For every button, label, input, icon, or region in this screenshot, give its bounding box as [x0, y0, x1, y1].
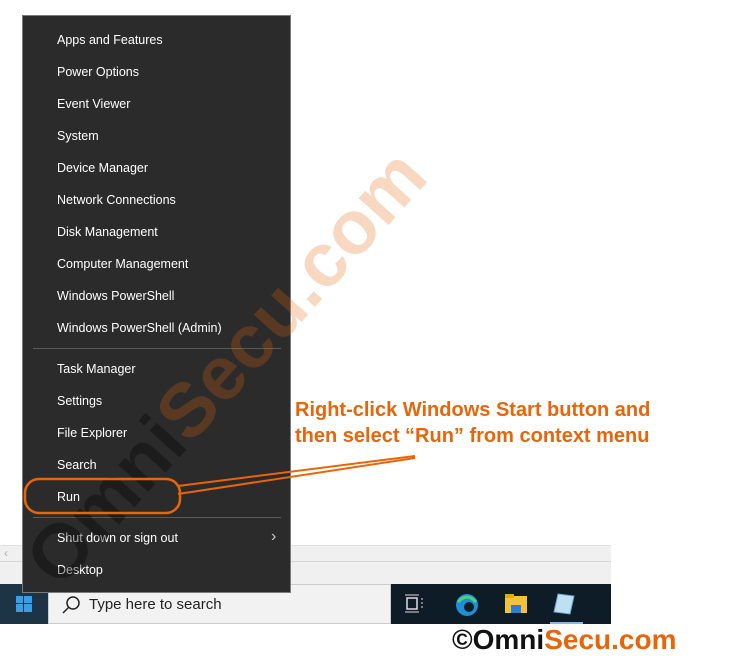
menu-item-settings[interactable]: Settings: [23, 385, 290, 417]
menu-item-network-connections[interactable]: Network Connections: [23, 184, 290, 216]
file-explorer-icon[interactable]: [504, 593, 528, 615]
copyright-footer: ©OmniSecu.com: [452, 624, 676, 656]
task-view-icon[interactable]: [404, 594, 426, 614]
footer-brand: Secu.com: [544, 624, 677, 655]
chevron-right-icon: ›: [271, 528, 277, 545]
annotation: Right-click Windows Start button and the…: [295, 397, 650, 449]
menu-item-device-manager[interactable]: Device Manager: [23, 152, 290, 184]
search-placeholder: Type here to search: [89, 596, 222, 613]
notepad-icon[interactable]: [552, 592, 576, 616]
menu-item-disk-management[interactable]: Disk Management: [23, 216, 290, 248]
menu-separator: [33, 348, 281, 349]
menu-item-event-viewer[interactable]: Event Viewer: [23, 88, 290, 120]
search-icon: [62, 596, 80, 614]
menu-item-windows-powershell-admin[interactable]: Windows PowerShell (Admin): [23, 312, 290, 344]
menu-item-computer-management[interactable]: Computer Management: [23, 248, 290, 280]
menu-item-windows-powershell[interactable]: Windows PowerShell: [23, 280, 290, 312]
edge-browser-icon[interactable]: [454, 592, 480, 618]
annotation-line-1: Right-click Windows Start button and: [295, 399, 651, 421]
chevron-left-icon[interactable]: ‹: [4, 546, 8, 560]
annotation-line-2: then select “Run” from context menu: [295, 425, 650, 447]
winx-context-menu: Apps and Features Power Options Event Vi…: [22, 15, 291, 593]
menu-item-shut-down-or-sign-out[interactable]: Shut down or sign out: [23, 522, 290, 554]
footer-copyright: ©Omni: [452, 624, 545, 655]
menu-item-system[interactable]: System: [23, 120, 290, 152]
menu-item-power-options[interactable]: Power Options: [23, 56, 290, 88]
menu-item-desktop[interactable]: Desktop: [23, 554, 290, 586]
menu-item-search[interactable]: Search: [23, 449, 290, 481]
menu-item-task-manager[interactable]: Task Manager: [23, 353, 290, 385]
menu-item-run[interactable]: Run: [23, 481, 290, 513]
menu-separator: [33, 517, 281, 518]
menu-item-apps-and-features[interactable]: Apps and Features: [23, 24, 290, 56]
menu-item-file-explorer[interactable]: File Explorer: [23, 417, 290, 449]
